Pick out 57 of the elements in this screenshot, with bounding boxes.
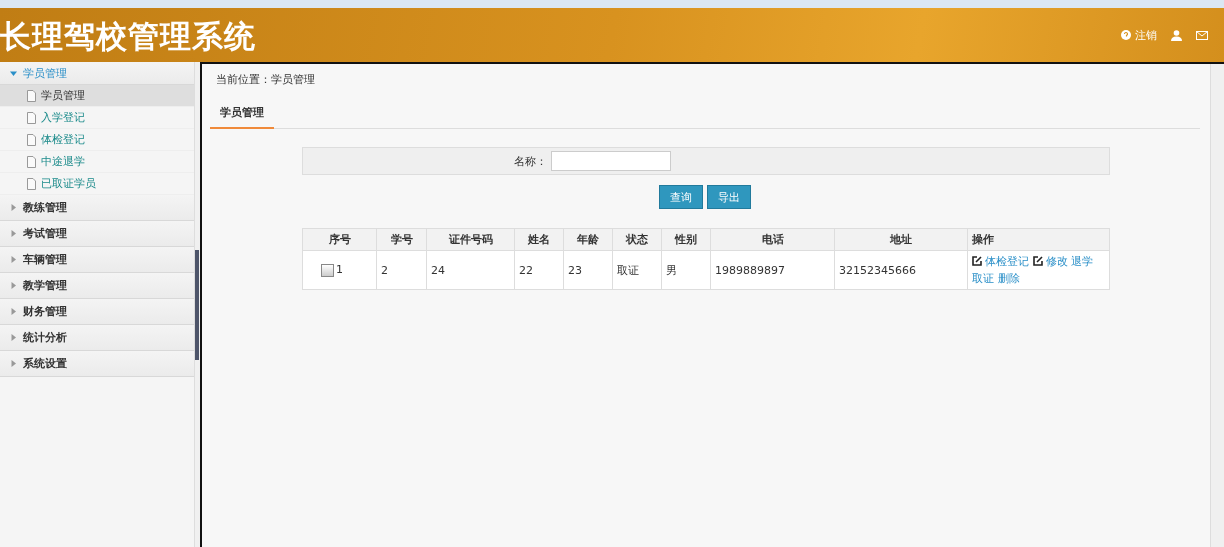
sidebar-item[interactable]: 学员管理: [0, 85, 194, 107]
splitter-handle[interactable]: [195, 249, 199, 360]
name-field[interactable]: [551, 151, 671, 171]
column-header: 状态: [612, 228, 662, 251]
column-header: 学号: [376, 228, 427, 251]
page-icon: [27, 133, 36, 146]
edit-icon: [1032, 256, 1043, 266]
sidebar-item[interactable]: 中途退学: [0, 151, 194, 173]
page-icon: [27, 177, 36, 190]
user-icon[interactable]: [1171, 29, 1182, 41]
table-cell: 男: [661, 250, 711, 290]
logout-link[interactable]: 注销: [1121, 27, 1157, 43]
mail-icon[interactable]: [1196, 30, 1208, 40]
action-link[interactable]: 退学: [1071, 255, 1093, 268]
action-link[interactable]: 修改: [1045, 255, 1068, 268]
page-icon: [27, 111, 36, 124]
action-button[interactable]: 查询: [659, 185, 703, 209]
table-cell: 23: [563, 250, 613, 290]
column-header: 性别: [661, 228, 711, 251]
scrollbar[interactable]: [1210, 64, 1224, 547]
caret-right-icon: [10, 256, 17, 263]
table-cell: 取证: [612, 250, 662, 290]
caret-right-icon: [10, 334, 17, 341]
row-checkbox[interactable]: [321, 263, 334, 277]
column-header: 年龄: [563, 228, 613, 251]
page-icon: [27, 155, 36, 168]
column-header: 地址: [834, 228, 968, 251]
app-title: 长理驾校管理系统: [0, 17, 256, 56]
caret-right-icon: [10, 230, 17, 237]
caret-down-icon: [10, 69, 17, 77]
page-icon: [27, 89, 36, 102]
action-button[interactable]: 导出: [707, 185, 751, 209]
tab[interactable]: 学员管理: [210, 98, 274, 129]
table-cell: 22: [514, 250, 564, 290]
table-cell: 2: [376, 250, 427, 290]
table-cell: 32152345666: [834, 250, 968, 290]
edit-icon: [972, 256, 982, 266]
table-cell: 24: [426, 250, 515, 290]
caret-right-icon: [10, 308, 17, 315]
sidebar-item[interactable]: 体检登记: [0, 129, 194, 151]
caret-right-icon: [10, 204, 17, 211]
column-header: 电话: [710, 228, 835, 251]
action-link[interactable]: 体检登记: [985, 255, 1029, 268]
help-icon: [1121, 30, 1131, 40]
field-label: 名称：: [514, 153, 548, 169]
column-header: 序号: [302, 228, 377, 251]
column-header: 姓名: [514, 228, 564, 251]
action-link[interactable]: 删除: [997, 272, 1020, 285]
table-cell: 1: [336, 263, 343, 277]
breadcrumb: 当前位置：学员管理: [216, 73, 315, 86]
caret-right-icon: [10, 282, 17, 289]
sidebar-item[interactable]: 入学登记: [0, 107, 194, 129]
caret-right-icon: [10, 360, 17, 367]
column-header: 证件号码: [426, 228, 515, 251]
table-cell: 1989889897: [710, 250, 835, 290]
action-link[interactable]: 取证: [972, 272, 994, 285]
column-header: 操作: [967, 228, 1110, 251]
